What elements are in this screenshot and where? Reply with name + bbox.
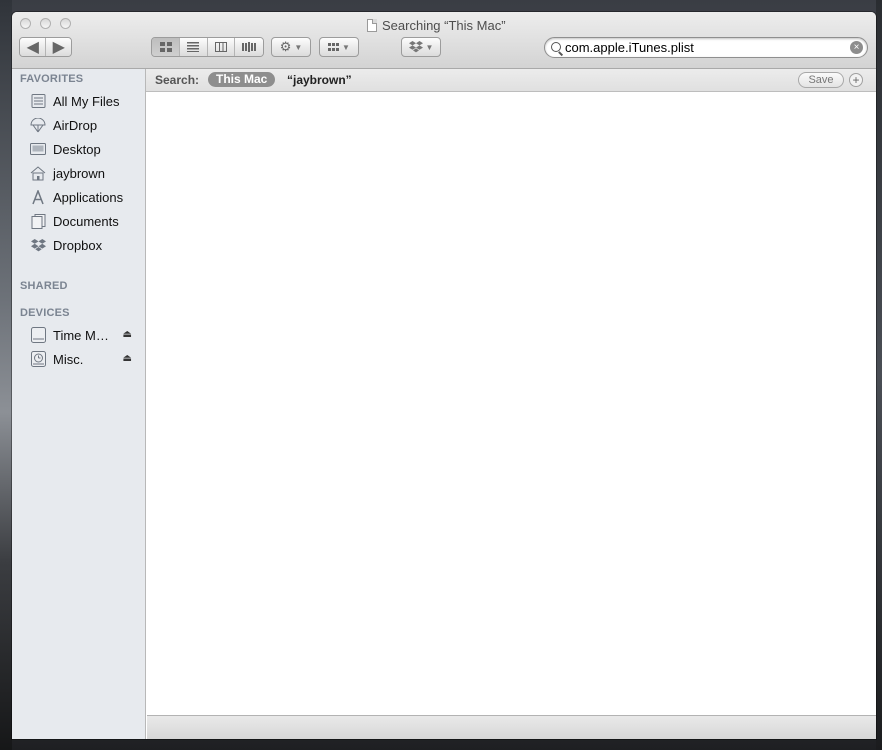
scope-this-mac-button[interactable]: This Mac: [208, 72, 276, 87]
desktop-background-right: [876, 0, 882, 750]
minimize-window-button[interactable]: [40, 18, 51, 29]
results-area[interactable]: [147, 92, 876, 715]
search-scope-bar: Search: This Mac “jaybrown” Save +: [146, 69, 876, 92]
sidebar-item-label: All My Files: [53, 93, 120, 109]
coverflow-view-button[interactable]: [234, 38, 263, 56]
action-menu-button[interactable]: ⚙ ▼: [271, 37, 311, 57]
sidebar-item-time-machine-drive[interactable]: Time M… ⏏: [12, 324, 146, 346]
all-files-icon: [29, 93, 47, 109]
applications-icon: [29, 189, 47, 205]
chevron-right-icon: ▶: [52, 39, 65, 56]
dropbox-icon: [29, 237, 47, 253]
forward-button[interactable]: ▶: [46, 38, 71, 56]
desktop-icon: [29, 141, 47, 157]
navigation-buttons: ◀ ▶: [19, 37, 72, 57]
drive-icon: [29, 327, 47, 343]
shared-header: SHARED: [20, 280, 68, 292]
sidebar-item-desktop[interactable]: Desktop: [12, 138, 146, 160]
titlebar: Searching “This Mac” ◀ ▶ ⚙ ▼ ▼ ▼ com.app…: [12, 12, 876, 69]
close-window-button[interactable]: [20, 18, 31, 29]
add-criteria-button[interactable]: +: [849, 73, 863, 87]
chevron-down-icon: ▼: [294, 42, 303, 52]
dropbox-icon: [408, 41, 423, 53]
clear-search-icon[interactable]: ×: [850, 41, 863, 54]
documents-icon: [29, 213, 47, 229]
sidebar-item-airdrop[interactable]: AirDrop: [12, 114, 146, 136]
devices-header: DEVICES: [20, 307, 70, 319]
coverflow-view-icon: [241, 42, 256, 52]
icon-view-button[interactable]: [152, 38, 181, 56]
sidebar: FAVORITES All My Files AirDrop Desktop j…: [12, 69, 146, 739]
sidebar-item-all-my-files[interactable]: All My Files: [12, 90, 146, 112]
chevron-left-icon: ◀: [26, 39, 39, 56]
sidebar-item-label: Misc.: [53, 351, 84, 367]
airdrop-icon: [29, 117, 47, 133]
arrange-menu-button[interactable]: ▼: [319, 37, 359, 57]
sidebar-item-label: Applications: [53, 189, 124, 205]
search-input[interactable]: [565, 39, 845, 56]
view-mode-selector: [151, 37, 264, 57]
sidebar-item-label: Dropbox: [53, 237, 103, 253]
search-field: ×: [544, 37, 868, 58]
save-search-button[interactable]: Save: [798, 72, 844, 88]
window-title-text: Searching “This Mac”: [382, 17, 506, 33]
list-view-icon: [187, 42, 200, 52]
zoom-window-button[interactable]: [60, 18, 71, 29]
sidebar-item-label: Time M…: [53, 327, 109, 343]
home-icon: [29, 165, 47, 181]
status-bar: [147, 715, 876, 739]
icon-view-icon: [159, 42, 172, 52]
sidebar-item-label: Documents: [53, 213, 119, 229]
chevron-down-icon: ▼: [342, 42, 350, 52]
sidebar-item-label: jaybrown: [53, 165, 106, 181]
search-icon: [551, 42, 561, 52]
back-button[interactable]: ◀: [20, 38, 47, 56]
grid-icon: [328, 42, 340, 51]
chevron-down-icon: ▼: [425, 42, 434, 52]
gear-icon: ⚙: [279, 39, 292, 54]
scope-user-folder-button[interactable]: “jaybrown”: [287, 73, 352, 87]
sidebar-item-dropbox[interactable]: Dropbox: [12, 234, 146, 256]
window-title: Searching “This Mac”: [367, 17, 506, 33]
column-view-icon: [214, 42, 227, 52]
favorites-header: FAVORITES: [20, 73, 84, 85]
finder-window: Searching “This Mac” ◀ ▶ ⚙ ▼ ▼ ▼ com.app…: [12, 12, 876, 739]
sidebar-item-documents[interactable]: Documents: [12, 210, 146, 232]
sidebar-item-home[interactable]: jaybrown: [12, 162, 146, 184]
list-view-button[interactable]: [180, 38, 208, 56]
sidebar-item-applications[interactable]: Applications: [12, 186, 146, 208]
dropbox-menu-button[interactable]: ▼: [401, 37, 441, 57]
column-view-button[interactable]: [207, 38, 235, 56]
sidebar-item-misc[interactable]: Misc. ⏏: [12, 348, 146, 370]
desktop-background-left: [0, 0, 12, 750]
sidebar-item-label: Desktop: [53, 141, 101, 157]
search-scope-label: Search:: [155, 73, 200, 87]
eject-icon[interactable]: ⏏: [123, 353, 132, 364]
document-icon: [367, 18, 377, 32]
time-machine-icon: [29, 351, 47, 367]
eject-icon[interactable]: ⏏: [123, 329, 132, 340]
sidebar-item-label: AirDrop: [53, 117, 98, 133]
